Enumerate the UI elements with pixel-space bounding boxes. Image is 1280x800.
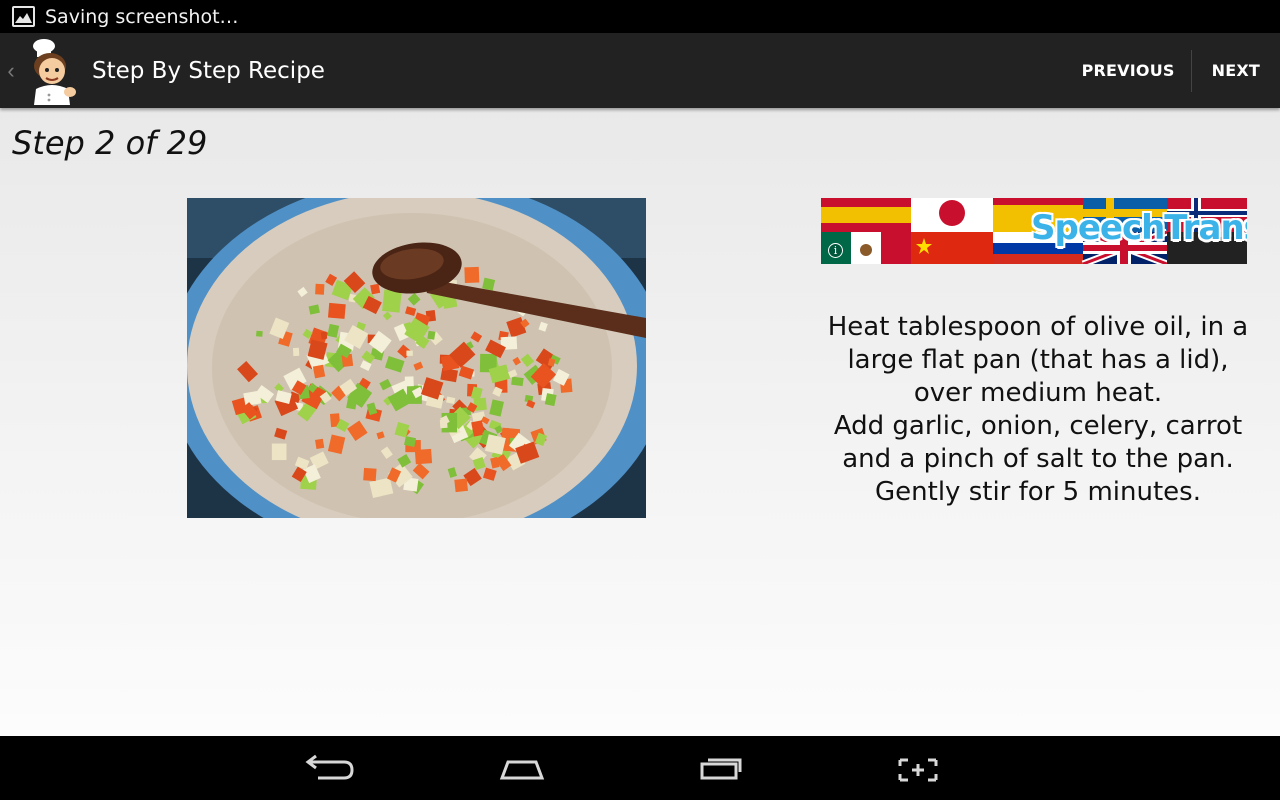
status-bar: Saving screenshot…	[0, 0, 1280, 33]
action-buttons: PREVIOUS NEXT	[1066, 33, 1280, 108]
ad-banner[interactable]: SpeechTrans i	[821, 198, 1247, 264]
screenshot-icon[interactable]	[888, 750, 948, 786]
back-icon[interactable]	[296, 750, 356, 786]
home-icon[interactable]	[492, 750, 552, 786]
previous-button[interactable]: PREVIOUS	[1066, 33, 1191, 108]
next-button[interactable]: NEXT	[1192, 33, 1280, 108]
step-content: Step 2 of 29 SpeechTrans i Heat tablespo…	[0, 108, 1280, 736]
up-caret-icon[interactable]: ‹	[2, 33, 20, 108]
status-notification-text: Saving screenshot…	[45, 5, 239, 28]
step-title: Step 2 of 29	[12, 124, 208, 162]
app-title: Step By Step Recipe	[92, 57, 325, 84]
image-icon	[12, 6, 35, 27]
step-instructions: Heat tablespoon of olive oil, in a large…	[827, 312, 1249, 507]
info-icon[interactable]: i	[828, 243, 843, 258]
chef-icon[interactable]	[26, 37, 78, 105]
navigation-bar	[0, 736, 1280, 800]
step-photo	[187, 198, 646, 518]
action-bar: ‹ Step By Step Recipe PREVIOUS NEXT	[0, 33, 1280, 108]
recents-icon[interactable]	[690, 750, 750, 786]
ad-brand-text: SpeechTrans	[1031, 208, 1247, 248]
